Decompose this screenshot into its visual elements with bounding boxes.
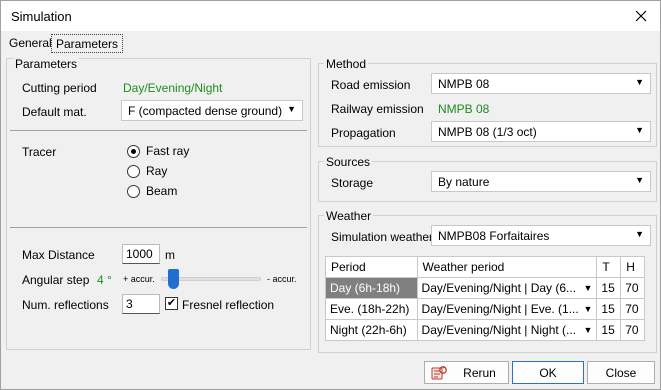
chevron-down-icon: ▼ [635,125,644,135]
default-mat-value: F (compacted dense ground) [128,104,283,118]
storage-select[interactable]: By nature ▼ [431,171,651,192]
weather-period-value: Day/Evening/Night | Day (6... [421,281,577,295]
table-row[interactable]: Day (6h-18h) Day/Evening/Night | Day (6.… [325,277,645,299]
num-reflections-label: Num. reflections [22,298,109,312]
column-header-t[interactable]: T [596,256,622,278]
chevron-down-icon: ▼ [583,325,593,335]
radio-icon [127,164,140,178]
window-title: Simulation [11,9,72,24]
simulation-weather-select[interactable]: NMPB08 Forfaitaires ▼ [431,225,651,246]
num-reflections-input[interactable]: 3 [122,294,160,314]
table-header-row: Period Weather period T H [325,256,645,278]
method-group-title: Method [324,57,369,71]
humidity-cell[interactable]: 70 [620,319,645,341]
chevron-down-icon: ▼ [583,304,593,314]
tab-parameters[interactable]: Parameters [51,34,124,53]
humidity-cell[interactable]: 70 [620,298,645,320]
divider [10,130,307,131]
radio-icon [127,184,140,198]
num-reflections-value: 3 [126,297,133,311]
cutting-period-label: Cutting period [22,81,97,95]
radio-selected-icon [127,144,140,158]
storage-label: Storage [331,176,374,190]
angular-step-value: 4 ° [97,273,112,287]
max-distance-unit: m [165,248,175,262]
tracer-fast-ray-radio[interactable]: Fast ray [127,144,189,158]
road-emission-value: NMPB 08 [438,77,490,91]
chevron-down-icon: ▼ [635,229,644,239]
rerun-label: Rerun [463,365,496,380]
humidity-cell[interactable]: 70 [620,277,645,299]
weather-table: Period Weather period T H Day (6h-18h) D… [325,256,645,341]
weather-group-title: Weather [324,209,374,223]
propagation-label: Propagation [331,126,396,140]
railway-emission-value: NMPB 08 [438,102,490,116]
propagation-value: NMPB 08 (1/3 oct) [438,125,537,139]
max-distance-label: Max Distance [22,248,95,262]
fresnel-checkbox[interactable]: ✔ [165,297,178,310]
close-button[interactable]: Close [587,361,655,384]
table-row[interactable]: Night (22h-6h) Day/Evening/Night | Night… [325,319,645,341]
simulation-weather-label: Simulation weather [331,230,434,244]
more-accuracy-label: + accur. [123,274,155,284]
period-cell[interactable]: Night (22h-6h) [325,319,418,341]
table-row[interactable]: Eve. (18h-22h) Day/Evening/Night | Eve. … [325,298,645,320]
road-emission-label: Road emission [331,78,411,92]
weather-period-cell[interactable]: Day/Evening/Night | Day (6... ▼ [416,277,598,299]
tracer-label: Tracer [22,145,57,159]
weather-period-value: Day/Evening/Night | Eve. (1... [421,302,579,316]
weather-period-value: Day/Evening/Night | Night (... [421,323,577,337]
tracer-option-label: Fast ray [146,144,190,158]
chevron-down-icon: ▼ [583,283,593,293]
tracer-ray-radio[interactable]: Ray [127,164,167,178]
fresnel-label: Fresnel reflection [182,298,275,312]
road-emission-select[interactable]: NMPB 08 ▼ [431,73,651,94]
sources-group-title: Sources [324,155,373,169]
period-cell[interactable]: Day (6h-18h) [325,277,418,299]
temperature-cell[interactable]: 15 [596,298,622,320]
simulation-weather-value: NMPB08 Forfaitaires [438,229,550,243]
tracer-beam-radio[interactable]: Beam [127,184,177,198]
rerun-button[interactable]: Rerun [424,361,509,384]
railway-emission-label: Railway emission [331,102,424,116]
chevron-down-icon: ▼ [287,104,296,114]
chevron-down-icon: ▼ [635,175,644,185]
angular-step-label: Angular step [22,273,90,287]
temperature-cell[interactable]: 15 [596,277,622,299]
tracer-option-label: Beam [146,184,178,198]
period-cell[interactable]: Eve. (18h-22h) [325,298,418,320]
tracer-option-label: Ray [146,164,168,178]
column-header-period[interactable]: Period [325,256,418,278]
rerun-icon [431,365,447,384]
column-header-h[interactable]: H [620,256,645,278]
checkmark-icon: ✔ [166,297,177,309]
weather-period-cell[interactable]: Day/Evening/Night | Night (... ▼ [416,319,598,341]
divider [10,227,307,228]
temperature-cell[interactable]: 15 [596,319,622,341]
weather-period-cell[interactable]: Day/Evening/Night | Eve. (1... ▼ [416,298,598,320]
max-distance-input[interactable]: 1000 [122,244,160,264]
close-label: Close [605,365,637,380]
parameters-group-title: Parameters [13,57,80,71]
default-mat-label: Default mat. [22,105,87,119]
tab-bar: General Parameters [1,31,660,53]
tab-general[interactable]: General [5,34,56,53]
default-mat-select[interactable]: F (compacted dense ground) ▼ [121,100,303,121]
angular-step-slider-thumb[interactable] [168,269,179,289]
max-distance-value: 1000 [126,247,153,261]
title-bar: Simulation [1,1,660,31]
column-header-weather-period[interactable]: Weather period [416,256,598,278]
storage-value: By nature [438,175,490,189]
chevron-down-icon: ▼ [635,77,644,87]
cutting-period-value: Day/Evening/Night [123,81,223,95]
propagation-select[interactable]: NMPB 08 (1/3 oct) ▼ [431,121,651,142]
simulation-window: Simulation General Parameters Parameters… [0,0,661,390]
ok-button[interactable]: OK [512,361,584,384]
ok-label: OK [539,365,557,380]
close-icon[interactable] [630,5,652,27]
less-accuracy-label: - accur. [267,274,297,284]
